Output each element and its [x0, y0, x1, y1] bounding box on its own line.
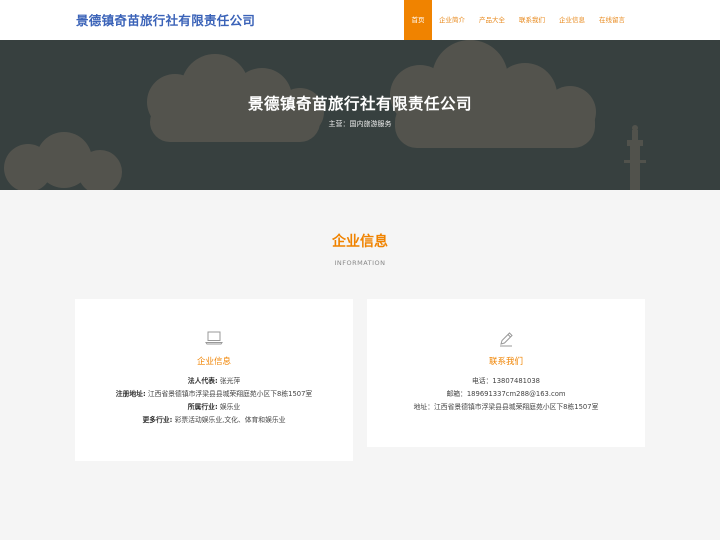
- contact-email[interactable]: 邮箱：189691337cm288@163.com: [367, 388, 645, 401]
- banner-subtitle: 主营：国内旅游服务: [328, 120, 392, 128]
- reg-address-label: 注册地址:: [115, 390, 146, 398]
- nav-item-home[interactable]: 首页: [404, 0, 432, 40]
- nav-item-contact[interactable]: 联系我们: [512, 0, 552, 40]
- company-details: 法人代表: 张光萍 注册地址: 江西省景德镇市浮梁县县城荣翔庭苑小区下8栋150…: [75, 375, 353, 427]
- nav-item-about[interactable]: 企业简介: [432, 0, 472, 40]
- company-info-card: 企业信息 法人代表: 张光萍 注册地址: 江西省景德镇市浮梁县县城荣翔庭苑小区下…: [75, 299, 353, 461]
- contact-details: 电话：13807481038 邮箱：189691337cm288@163.com…: [367, 375, 645, 414]
- nav-item-company-info[interactable]: 企业信息: [552, 0, 592, 40]
- company-card-title: 企业信息: [196, 357, 231, 367]
- nav-item-message[interactable]: 在线留言: [592, 0, 632, 40]
- legal-rep-row: 法人代表: 张光萍: [75, 375, 353, 388]
- industry-value: 娱乐业: [219, 403, 241, 411]
- site-header: 景德镇奇苗旅行社有限责任公司 首页 企业简介 产品大全 联系我们 企业信息 在线…: [0, 0, 720, 40]
- nav-item-products[interactable]: 产品大全: [472, 0, 512, 40]
- more-industry-row: 更多行业: 彩票活动娱乐业,文化、体育和娱乐业: [75, 414, 353, 427]
- banner-clouds-illustration: [4, 40, 646, 190]
- legal-rep-value: 张光萍: [219, 377, 241, 385]
- contact-card: 联系我们 电话：13807481038 邮箱：189691337cm288@16…: [367, 299, 645, 447]
- site-brand[interactable]: 景德镇奇苗旅行社有限责任公司: [76, 10, 255, 29]
- more-industry-value: 彩票活动娱乐业,文化、体育和娱乐业: [174, 416, 286, 424]
- main-nav: 首页 企业简介 产品大全 联系我们 企业信息 在线留言: [404, 0, 632, 40]
- contact-phone: 电话：13807481038: [472, 377, 540, 385]
- section-title: 企业信息: [332, 234, 388, 250]
- laptop-icon: [75, 331, 353, 345]
- reg-address-value: 江西省景德镇市浮梁县县城荣翔庭苑小区下8栋1507室: [147, 390, 313, 398]
- more-industry-label: 更多行业:: [142, 416, 173, 424]
- industry-row: 所属行业: 娱乐业: [75, 401, 353, 414]
- banner-title: 景德镇奇苗旅行社有限责任公司: [247, 95, 472, 113]
- contact-card-title: 联系我们: [488, 357, 523, 367]
- industry-label: 所属行业:: [187, 403, 218, 411]
- section-subtitle: INFORMATION: [334, 259, 386, 267]
- contact-address: 地址：江西省景德镇市浮梁县县城荣翔庭苑小区下8栋1507室: [413, 403, 599, 411]
- legal-rep-label: 法人代表:: [187, 377, 218, 385]
- hero-banner: 景德镇奇苗旅行社有限责任公司 主营：国内旅游服务: [0, 40, 720, 190]
- pencil-icon: [367, 331, 645, 347]
- reg-address-row: 注册地址: 江西省景德镇市浮梁县县城荣翔庭苑小区下8栋1507室: [75, 388, 353, 401]
